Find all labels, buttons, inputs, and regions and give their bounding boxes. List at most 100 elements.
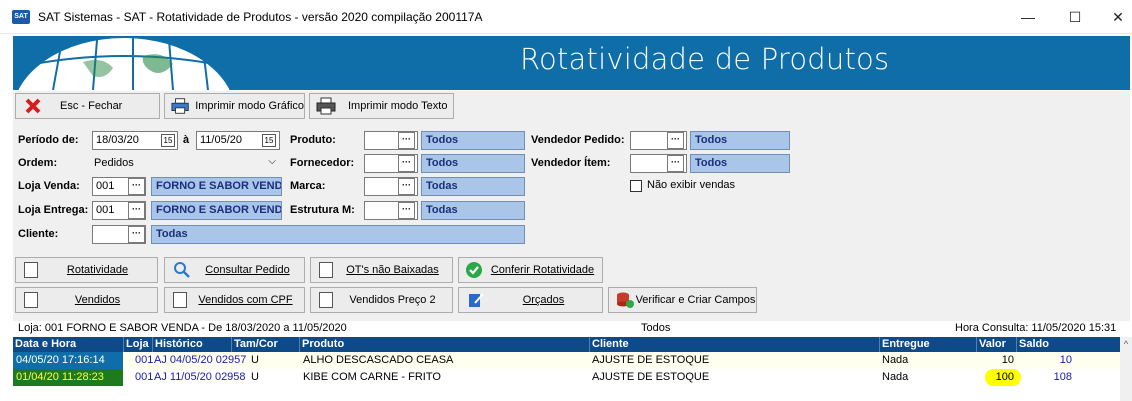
col-historico[interactable]: Histórico: [152, 337, 231, 352]
edit-pencil-icon: [469, 293, 484, 307]
nao-exibir-checkbox[interactable]: [630, 180, 642, 192]
marca-lookup-button[interactable]: ···: [398, 178, 415, 195]
ots-nao-baixadas-label: OT's não Baixadas: [346, 264, 439, 276]
app-icon: SAT: [12, 10, 30, 24]
col-entregue[interactable]: Entregue: [879, 337, 976, 352]
print-graphic-button[interactable]: Imprimir modo Gráfico: [164, 93, 305, 119]
verificar-criar-button[interactable]: Verificar e Criar Campos: [608, 287, 757, 313]
cliente-label: Cliente:: [18, 228, 59, 240]
row2-valor: 100: [995, 371, 1014, 383]
row1-saldo: 10: [1059, 354, 1072, 366]
database-icon: [617, 292, 634, 308]
loja-entrega-lookup-button[interactable]: ···: [128, 202, 145, 219]
vertical-scrollbar[interactable]: ^: [1120, 337, 1132, 401]
print-text-button[interactable]: Imprimir modo Texto: [309, 93, 454, 119]
row1-cliente: AJUSTE DE ESTOQUE: [592, 354, 710, 366]
orcados-button[interactable]: Orçados: [458, 287, 603, 313]
cliente-lookup-button[interactable]: ···: [128, 226, 145, 243]
conferir-rotatividade-label: Conferir Rotatividade: [490, 264, 595, 276]
col-produto[interactable]: Produto: [299, 337, 589, 352]
consultar-pedido-label: Consultar Pedido: [205, 264, 290, 276]
marca-label: Marca:: [290, 180, 326, 192]
periodo-sep-label: à: [183, 134, 190, 146]
row1-data: 04/05/20 17:16:14: [13, 352, 123, 369]
row2-loja: 001: [135, 371, 154, 383]
vendidos-preco2-label: Vendidos Preço 2: [349, 294, 436, 306]
col-data-hora[interactable]: Data e Hora: [13, 337, 123, 352]
row1-entregue: Nada: [882, 354, 909, 366]
ots-nao-baixadas-button[interactable]: OT's não Baixadas: [310, 257, 453, 283]
row1-historico: AJ 04/05/20 02957: [154, 354, 247, 366]
chevron-down-icon: ⌵: [268, 156, 276, 167]
loja-venda-label: Loja Venda:: [18, 180, 80, 192]
marca-value: Todas: [421, 177, 525, 196]
globe-logo-icon: [13, 36, 235, 90]
row2-tam: U: [251, 371, 259, 383]
conferir-rotatividade-button[interactable]: Conferir Rotatividade: [458, 257, 603, 283]
col-valor[interactable]: Valor: [976, 337, 1016, 352]
results-info-center: Todos: [641, 322, 671, 334]
printer-icon: [171, 98, 189, 114]
col-tam-cor[interactable]: Tam/Cor: [231, 337, 299, 352]
estrutura-value: Todas: [421, 201, 525, 220]
row2-cliente: AJUSTE DE ESTOQUE: [592, 371, 710, 383]
scroll-up-icon[interactable]: ^: [1120, 337, 1132, 351]
document-icon: [24, 292, 38, 308]
print-graphic-label: Imprimir modo Gráfico: [195, 100, 304, 112]
row1-loja: 001: [135, 354, 154, 366]
row2-entregue: Nada: [882, 371, 909, 383]
vendedor-item-label: Vendedor Ítem:: [531, 157, 611, 169]
produto-value: Todos: [421, 131, 525, 150]
maximize-button[interactable]: ☐: [1055, 6, 1095, 28]
fornecedor-value: Todos: [421, 154, 525, 173]
close-button[interactable]: Esc - Fechar: [15, 93, 160, 119]
calendar-icon[interactable]: 15: [262, 134, 276, 147]
close-window-button[interactable]: ✕: [1098, 6, 1132, 28]
rotatividade-label: Rotatividade: [66, 264, 129, 276]
estrutura-label: Estrutura M:: [290, 204, 355, 216]
document-icon: [173, 292, 187, 308]
fornecedor-label: Fornecedor:: [290, 157, 355, 169]
loja-venda-lookup-button[interactable]: ···: [128, 178, 145, 195]
vendidos-cpf-button[interactable]: Vendidos com CPF: [164, 287, 305, 313]
fornecedor-lookup-button[interactable]: ···: [398, 155, 415, 172]
col-loja[interactable]: Loja: [123, 337, 152, 352]
col-cliente[interactable]: Cliente: [589, 337, 879, 352]
ordem-select[interactable]: Pedidos ⌵: [92, 154, 282, 173]
row1-valor: 10: [1001, 354, 1014, 366]
produto-label: Produto:: [290, 134, 336, 146]
document-icon: [319, 292, 333, 308]
row1-tam: U: [251, 354, 259, 366]
orcados-label: Orçados: [522, 294, 565, 306]
print-text-label: Imprimir modo Texto: [348, 100, 448, 112]
printer-text-icon: [316, 97, 336, 115]
calendar-icon[interactable]: 15: [161, 134, 175, 147]
nao-exibir-label: Não exibir vendas: [647, 179, 736, 191]
vendidos-preco2-button[interactable]: Vendidos Preço 2: [310, 287, 453, 313]
vendidos-button[interactable]: Vendidos: [15, 287, 158, 313]
vendedor-pedido-value: Todos: [690, 131, 790, 150]
loja-venda-value: FORNO E SABOR VENDA: [151, 177, 282, 196]
document-icon: [24, 262, 38, 278]
col-saldo[interactable]: Saldo: [1016, 337, 1074, 352]
consultar-pedido-button[interactable]: Consultar Pedido: [164, 257, 305, 283]
rotatividade-button[interactable]: Rotatividade: [15, 257, 158, 283]
results-info-left: Loja: 001 FORNO E SABOR VENDA - De 18/03…: [18, 322, 347, 334]
minimize-button[interactable]: —: [1008, 6, 1048, 28]
row2-saldo: 108: [1053, 371, 1072, 383]
loja-entrega-label: Loja Entrega:: [18, 204, 89, 216]
produto-lookup-button[interactable]: ···: [398, 132, 415, 149]
vendedor-pedido-lookup-button[interactable]: ···: [667, 132, 684, 149]
close-x-icon: [25, 98, 41, 114]
cliente-value: Todas: [151, 225, 525, 244]
vendedor-item-value: Todos: [690, 154, 790, 173]
periodo-label: Período de:: [18, 134, 79, 146]
loja-entrega-value: FORNO E SABOR VENDA: [151, 201, 282, 220]
row2-historico: AJ 11/05/20 02958: [154, 371, 246, 383]
row2-data: 01/04/20 11:28:23: [13, 369, 123, 386]
vendedor-item-lookup-button[interactable]: ···: [667, 155, 684, 172]
vendidos-label: Vendidos: [74, 294, 121, 306]
estrutura-lookup-button[interactable]: ···: [398, 202, 415, 219]
ordem-select-value: Pedidos: [94, 157, 134, 169]
close-button-label: Esc - Fechar: [60, 100, 123, 112]
